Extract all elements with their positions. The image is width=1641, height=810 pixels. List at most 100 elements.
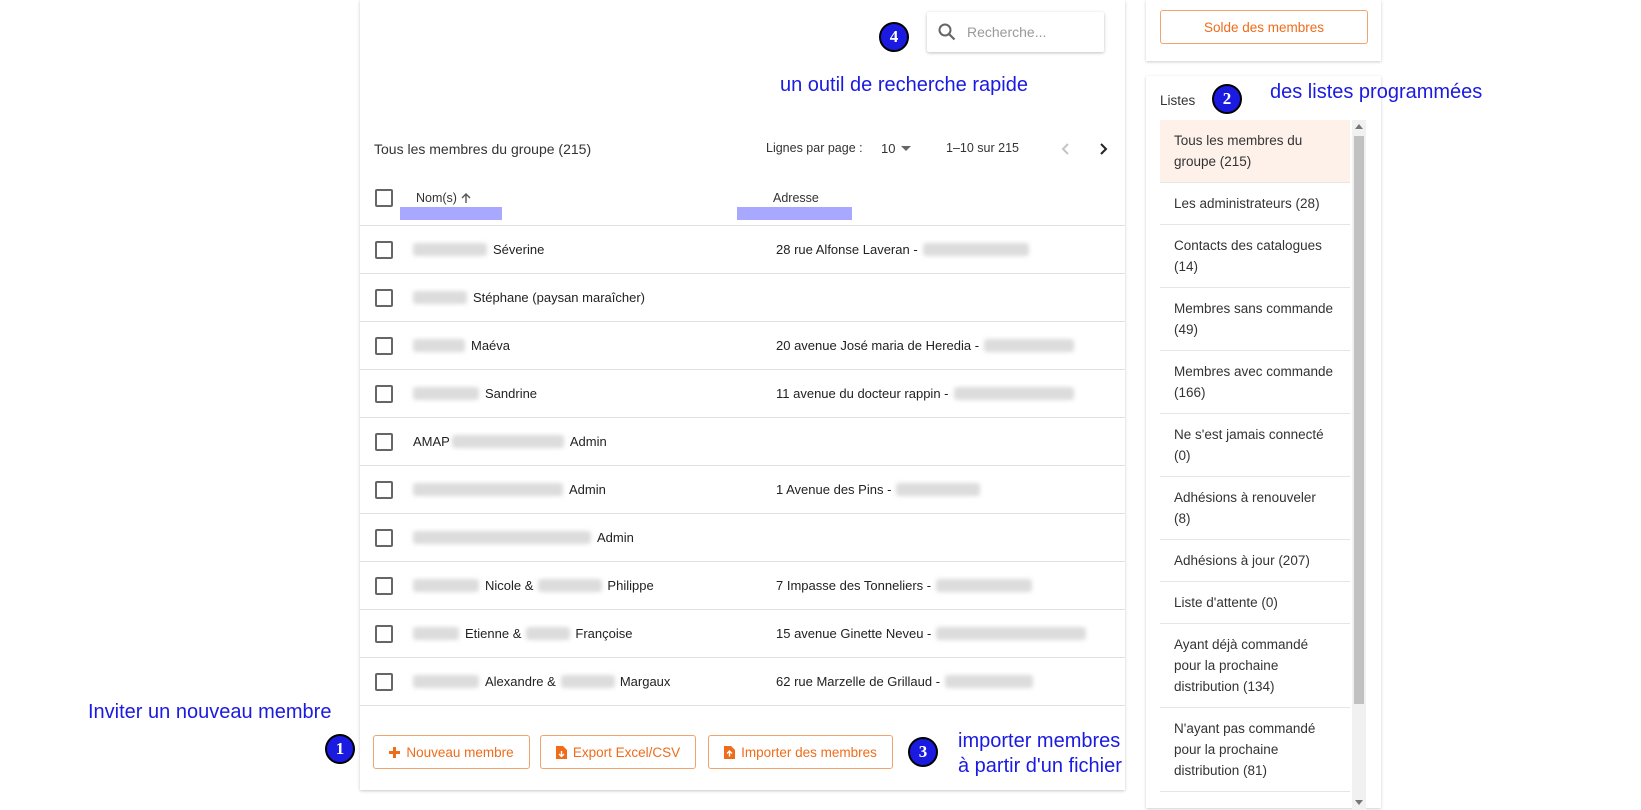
list-item-admins[interactable]: Les administrateurs (28) — [1160, 183, 1350, 225]
search-icon — [938, 23, 956, 41]
row-checkbox[interactable] — [375, 433, 393, 451]
redacted-text — [413, 243, 487, 256]
member-address: 20 avenue José maria de Heredia - — [776, 338, 1075, 353]
table-row[interactable]: Admin 1 Avenue des Pins - — [360, 466, 1125, 513]
member-name: Séverine — [413, 242, 544, 257]
column-header-name-label: Nom(s) — [416, 191, 457, 205]
member-address: 1 Avenue des Pins - — [776, 482, 981, 497]
row-checkbox[interactable] — [375, 385, 393, 403]
list-item-waiting-list[interactable]: Liste d'attente (0) — [1160, 582, 1350, 624]
members-card: Tous les membres du groupe (215) Lignes … — [360, 0, 1125, 790]
rows-per-page-select[interactable]: 10 — [881, 141, 912, 156]
table-row[interactable]: Séverine 28 rue Alfonse Laveran - — [360, 226, 1125, 273]
previous-page-button[interactable] — [1053, 136, 1079, 162]
divider — [360, 705, 1125, 706]
list-item-up-to-date[interactable]: Adhésions à jour (207) — [1160, 540, 1350, 582]
lists-title: Listes — [1160, 93, 1196, 108]
member-name: Alexandre & Margaux — [413, 674, 670, 689]
table-row[interactable]: Alexandre & Margaux 62 rue Marzelle de Gr… — [360, 658, 1125, 705]
highlight-address-column — [737, 207, 852, 220]
redacted-text — [413, 531, 591, 544]
row-checkbox[interactable] — [375, 529, 393, 547]
scroll-down-icon[interactable] — [1355, 800, 1363, 805]
file-export-icon — [555, 745, 567, 759]
annotation-text-search: un outil de recherche rapide — [780, 74, 1028, 96]
redacted-text — [953, 387, 1074, 400]
plus-icon — [389, 746, 401, 758]
redacted-text — [538, 579, 603, 592]
scrollbar[interactable] — [1352, 120, 1366, 810]
chevron-down-icon — [901, 146, 912, 151]
redacted-text — [922, 243, 1029, 256]
scrollbar-thumb[interactable] — [1354, 136, 1364, 704]
table-row[interactable]: Etienne & Françoise 15 avenue Ginette Nev… — [360, 610, 1125, 657]
redacted-text — [936, 627, 1087, 640]
row-checkbox[interactable] — [375, 673, 393, 691]
member-name: Admin — [413, 530, 634, 545]
annotation-text-import-line2: à partir d'un fichier — [958, 755, 1122, 777]
member-name: Stéphane (paysan maraîcher) — [413, 290, 645, 305]
search-input[interactable] — [965, 23, 1089, 41]
column-header-address[interactable]: Adresse — [773, 191, 819, 205]
balance-card: Solde des membres — [1146, 0, 1381, 61]
row-checkbox[interactable] — [375, 577, 393, 595]
table-title: Tous les membres du groupe (215) — [374, 141, 592, 157]
redacted-text — [451, 435, 564, 448]
table-row[interactable]: Sandrine 11 avenue du docteur rappin - — [360, 370, 1125, 417]
row-checkbox[interactable] — [375, 481, 393, 499]
column-header-name[interactable]: Nom(s) — [416, 191, 472, 205]
redacted-text — [560, 675, 615, 688]
list-item-no-order[interactable]: Membres sans commande (49) — [1160, 288, 1350, 351]
file-import-icon — [724, 745, 736, 759]
redacted-text — [945, 675, 1034, 688]
annotation-badge-2: 2 — [1212, 84, 1242, 114]
list-item-with-order[interactable]: Membres avec commande (166) — [1160, 351, 1350, 414]
redacted-text — [413, 387, 479, 400]
list-item-catalog-contacts[interactable]: Contacts des catalogues (14) — [1160, 225, 1350, 288]
annotation-badge-1: 1 — [325, 734, 355, 764]
lists-panel: Listes Tous les membres du groupe (215) … — [1146, 76, 1381, 810]
table-row[interactable]: Stéphane (paysan maraîcher) — [360, 274, 1125, 321]
redacted-text — [526, 627, 571, 640]
list-item-ordered-next[interactable]: Ayant déjà commandé pour la prochaine di… — [1160, 624, 1350, 708]
table-row[interactable]: Nicole & Philippe 7 Impasse des Tonnelier… — [360, 562, 1125, 609]
list-item-not-ordered-next[interactable]: N'ayant pas commandé pour la prochaine d… — [1160, 708, 1350, 792]
annotation-badge-4: 4 — [879, 22, 909, 52]
annotation-text-lists: des listes programmées — [1270, 81, 1483, 103]
member-name: Nicole & Philippe — [413, 578, 654, 593]
table-row[interactable]: AMAP Admin — [360, 418, 1125, 465]
row-checkbox[interactable] — [375, 625, 393, 643]
redacted-text — [413, 291, 467, 304]
row-checkbox[interactable] — [375, 241, 393, 259]
table-row[interactable]: Admin — [360, 514, 1125, 561]
row-checkbox[interactable] — [375, 337, 393, 355]
scroll-up-icon[interactable] — [1355, 124, 1363, 129]
import-members-button[interactable]: Importer des membres — [708, 735, 893, 769]
member-name: Sandrine — [413, 386, 537, 401]
redacted-text — [413, 579, 479, 592]
list-item-renewals[interactable]: Adhésions à renouveler (8) — [1160, 477, 1350, 540]
table-row[interactable]: Maéva 20 avenue José maria de Heredia - — [360, 322, 1125, 369]
redacted-text — [413, 627, 459, 640]
member-balance-button[interactable]: Solde des membres — [1160, 10, 1368, 44]
lists-scroll-area[interactable]: Tous les membres du groupe (215) Les adm… — [1160, 120, 1366, 810]
row-checkbox[interactable] — [375, 289, 393, 307]
highlight-name-column — [400, 207, 502, 220]
export-button[interactable]: Export Excel/CSV — [540, 735, 696, 769]
select-all-checkbox[interactable] — [375, 189, 393, 207]
rows-per-page-label: Lignes par page : — [766, 141, 863, 155]
member-address: 15 avenue Ginette Neveu - — [776, 626, 1087, 641]
member-name: Etienne & Françoise — [413, 626, 632, 641]
member-address: 28 rue Alfonse Laveran - — [776, 242, 1029, 257]
search-box[interactable] — [927, 12, 1104, 52]
pagination-range: 1–10 sur 215 — [946, 141, 1019, 155]
new-member-button[interactable]: Nouveau membre — [373, 735, 530, 769]
next-page-button[interactable] — [1090, 136, 1116, 162]
list-item-all-members[interactable]: Tous les membres du groupe (215) — [1160, 120, 1350, 183]
annotation-text-invite: Inviter un nouveau membre — [88, 701, 332, 723]
list-item-never-connected[interactable]: Ne s'est jamais connecté (0) — [1160, 414, 1350, 477]
redacted-text — [413, 339, 465, 352]
redacted-text — [936, 579, 1033, 592]
rows-per-page-value: 10 — [881, 141, 896, 156]
redacted-text — [413, 675, 479, 688]
